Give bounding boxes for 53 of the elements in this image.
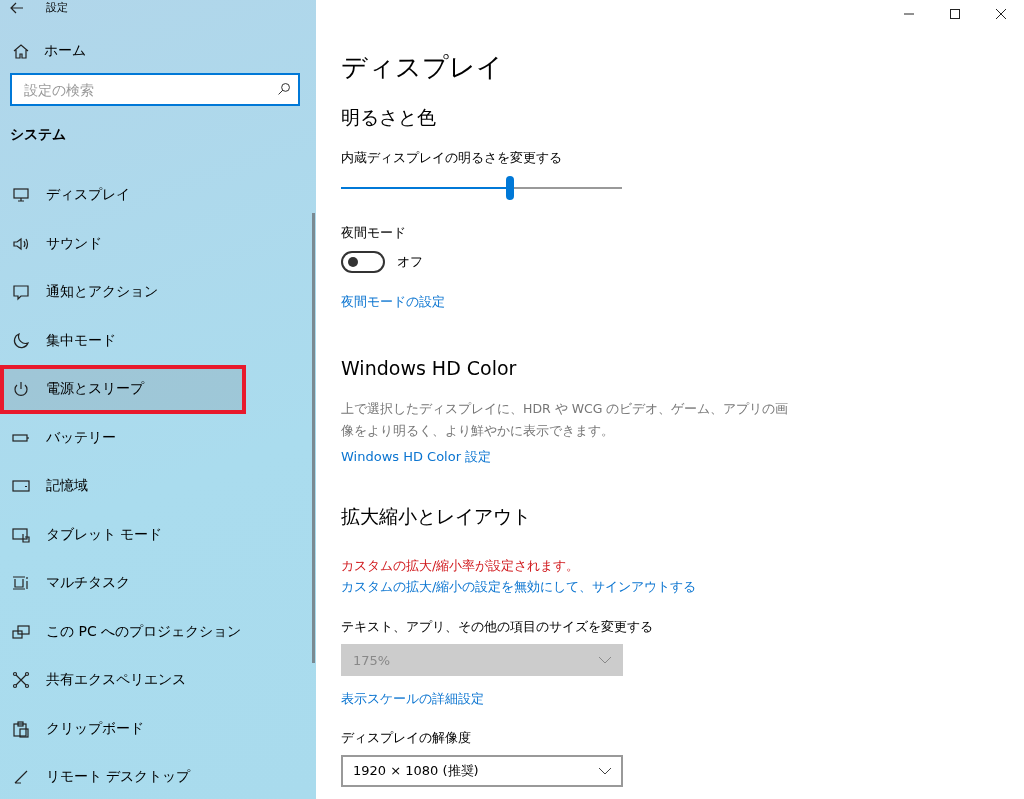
multitask-icon <box>12 574 30 593</box>
toggle-state: オフ <box>397 253 423 271</box>
section-heading: 明るさと色 <box>341 105 437 130</box>
slider-label: 内蔵ディスプレイの明るさを変更する <box>341 149 563 167</box>
sidebar-item[interactable]: ディスプレイ <box>0 171 310 220</box>
pen-icon <box>12 768 30 787</box>
share-icon <box>12 671 30 690</box>
highlighted-sidebar-item[interactable]: 電源とスリープ <box>0 365 246 414</box>
page-title: ディスプレイ <box>341 51 504 84</box>
sidebar-item[interactable]: 共有エクスペリエンス <box>0 656 310 705</box>
resolution-dropdown[interactable]: 1920 × 1080 (推奨) <box>341 755 623 787</box>
dropdown-label: ディスプレイの解像度 <box>341 729 472 747</box>
home-icon <box>12 42 30 60</box>
section-heading: Windows HD Color <box>341 357 518 379</box>
search-field[interactable]: 設定の検索 <box>10 73 300 106</box>
section-heading: 拡大縮小とレイアウト <box>341 504 532 529</box>
night-mode-toggle[interactable] <box>341 251 385 273</box>
hd-color-link[interactable]: Windows HD Color 設定 <box>341 448 492 466</box>
clipboard-icon <box>12 719 30 738</box>
warning-text: カスタムの拡大/縮小率が設定されます。 <box>341 557 581 575</box>
search-icon <box>277 82 291 96</box>
sidebar-item[interactable]: 記憶域 <box>0 462 310 511</box>
tablet-icon <box>12 525 30 544</box>
sidebar-item[interactable]: マルチタスク <box>0 559 310 608</box>
close-icon <box>996 9 1006 19</box>
sidebar-item[interactable]: 集中モード <box>0 316 310 365</box>
description-text: 上で選択したディスプレイに、HDR や WCG のビデオ、ゲーム、アプリの画像をより明るく、より鮮やかに表示できます。 <box>341 400 790 440</box>
home-button[interactable]: ホーム <box>0 42 316 60</box>
advanced-scaling-link[interactable]: 表示スケールの詳細設定 <box>341 690 484 708</box>
window-title: 設定 <box>46 0 68 15</box>
message-icon <box>12 283 30 302</box>
sidebar-item[interactable]: クリップボード <box>0 704 310 753</box>
chevron-icon <box>599 767 611 775</box>
scrollbar[interactable] <box>312 213 315 663</box>
toggle-label: 夜間モード <box>341 224 407 242</box>
maximize-icon <box>950 9 960 19</box>
slider-thumb[interactable] <box>505 176 514 200</box>
projector-icon <box>12 622 30 641</box>
back-button[interactable] <box>10 1 24 14</box>
sidebar-item[interactable]: タブレット モード <box>0 510 310 559</box>
chevron-icon <box>599 656 611 664</box>
dropdown-label: テキスト、アプリ、その他の項目のサイズを変更する <box>341 618 654 636</box>
sign-out-link[interactable]: カスタムの拡大/縮小の設定を無効にして、サインアウトする <box>341 578 697 596</box>
moon-icon <box>12 331 30 350</box>
section-heading: システム <box>10 126 67 144</box>
sidebar-item[interactable]: リモート デスクトップ <box>0 753 310 799</box>
night-mode-link[interactable]: 夜間モードの設定 <box>341 293 445 311</box>
power-icon <box>12 380 30 399</box>
monitor-icon <box>12 186 30 205</box>
sidebar-item[interactable]: サウンド <box>0 219 310 268</box>
sidebar-item[interactable]: この PC へのプロジェクション <box>0 607 310 656</box>
sidebar-item[interactable]: バッテリー <box>0 413 310 462</box>
sidebar-item[interactable]: 通知とアクション <box>0 268 310 317</box>
